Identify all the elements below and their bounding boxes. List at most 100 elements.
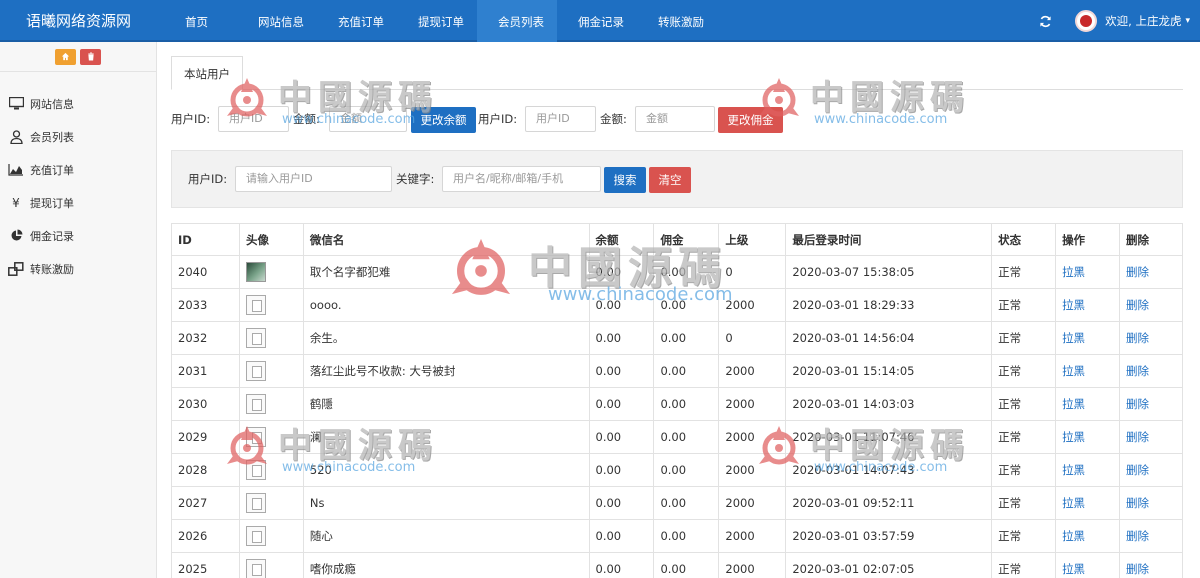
col-wechat-name: 微信名 [302,223,590,256]
user-icon [8,129,24,145]
clear-button[interactable]: 清空 [649,167,691,193]
balance-amount-input[interactable]: 金额 [329,106,407,132]
delete-link[interactable]: 删除 [1119,255,1183,289]
trash-shortcut-button[interactable] [80,48,101,65]
cell-balance: 0.00 [588,354,655,388]
nav-commission-records[interactable]: 佣金记录 [557,0,637,42]
cell-commission: 0.00 [653,486,720,520]
home-icon [61,52,70,61]
cell-commission: 0.00 [653,453,720,487]
broken-image-icon [245,295,266,315]
change-balance-button[interactable]: 更改余额 [411,107,476,133]
avatar-cell [238,387,304,421]
avatar-cell [238,321,304,355]
broken-image-icon [245,328,266,348]
sidebar-item-withdraw-orders[interactable]: ¥ 提现订单 [0,186,156,219]
sidebar-item-recharge-orders[interactable]: 充值订单 [0,153,156,186]
cell-name: 520 [302,453,590,487]
change-commission-button[interactable]: 更改佣金 [718,107,783,133]
balance-user-id-input[interactable]: 用户ID [218,106,289,132]
sidebar-item-commission-records[interactable]: 佣金记录 [0,219,156,252]
cell-parent: 2000 [718,519,787,553]
col-commission: 佣金 [653,223,720,256]
sidebar-item-site-info[interactable]: 网站信息 [0,87,156,120]
cell-commission: 0.00 [653,255,720,289]
cell-last-login: 2020-03-01 18:29:33 [785,288,993,322]
delete-link[interactable]: 删除 [1119,321,1183,355]
avatar-cell [238,486,304,520]
cell-id: 2028 [171,453,240,487]
cell-commission: 0.00 [653,552,720,578]
delete-link[interactable]: 删除 [1119,519,1183,553]
nav-transfer-incentive[interactable]: 转账激励 [637,0,717,42]
nav-member-list[interactable]: 会员列表 [477,0,557,42]
cell-status: 正常 [991,519,1057,553]
keyword-input[interactable]: 用户名/昵称/邮箱/手机 [442,166,601,192]
delete-link[interactable]: 删除 [1119,552,1183,578]
col-parent: 上级 [718,223,787,256]
table-header-row: ID 头像 微信名 余额 佣金 上级 最后登录时间 状态 操作 删除 [171,223,1183,256]
delete-link[interactable]: 删除 [1119,453,1183,487]
delete-link[interactable]: 删除 [1119,354,1183,388]
delete-link[interactable]: 删除 [1119,387,1183,421]
commission-user-id-label: 用户ID: [478,112,518,126]
broken-image-icon [245,394,266,414]
block-link[interactable]: 拉黑 [1055,420,1120,454]
nav-home[interactable]: 首页 [157,0,237,42]
member-table: ID 头像 微信名 余额 佣金 上级 最后登录时间 状态 操作 删除 2040 取… [171,223,1183,578]
block-link[interactable]: 拉黑 [1055,255,1120,289]
sidebar-shortcuts [0,42,156,72]
refresh-icon[interactable] [1037,13,1053,29]
block-link[interactable]: 拉黑 [1055,387,1120,421]
main-nav: 首页 网站信息 充值订单 提现订单 会员列表 佣金记录 转账激励 [157,0,717,42]
block-link[interactable]: 拉黑 [1055,288,1120,322]
delete-link[interactable]: 删除 [1119,420,1183,454]
sidebar-item-member-list[interactable]: 会员列表 [0,120,156,153]
welcome-text[interactable]: 欢迎, 上庄龙虎 [1105,13,1181,29]
col-delete: 删除 [1119,223,1183,256]
brand-title[interactable]: 语曦网络资源网 [0,0,157,42]
block-link[interactable]: 拉黑 [1055,453,1120,487]
table-row: 2029 澜 0.00 0.00 2000 2020-03-01 11:07:46 正常 拉黑… [171,420,1183,454]
cell-last-login: 2020-03-07 15:38:05 [785,255,993,289]
col-balance: 余额 [588,223,655,256]
table-row: 2025 嗜你成瘾 0.00 0.00 2000 2020-03-01 02:07:05 正… [171,552,1183,578]
main-content: 本站用户 用户ID: 用户ID 金额: 金额 更改余额 用户ID: 用户ID 金… [157,42,1200,578]
cell-parent: 0 [718,255,787,289]
cell-parent: 2000 [718,453,787,487]
cell-status: 正常 [991,354,1057,388]
sidebar-item-transfer-incentive[interactable]: 转账激励 [0,252,156,285]
block-link[interactable]: 拉黑 [1055,354,1120,388]
cell-id: 2027 [171,486,240,520]
broken-image-icon [245,559,266,578]
cell-id: 2025 [171,552,240,578]
commission-amount-input[interactable]: 金额 [635,106,715,132]
home-shortcut-button[interactable] [55,48,76,65]
cell-status: 正常 [991,453,1057,487]
cell-id: 2033 [171,288,240,322]
cell-balance: 0.00 [588,453,655,487]
nav-site-info[interactable]: 网站信息 [237,0,317,42]
user-avatar[interactable] [1075,10,1098,32]
sidebar-item-label: 转账激励 [30,262,74,276]
table-row: 2027 Ns 0.00 0.00 2000 2020-03-01 09:52:11 正常拉… [171,486,1183,520]
search-button[interactable]: 搜索 [604,167,646,193]
block-link[interactable]: 拉黑 [1055,519,1120,553]
balance-amount-label: 金额: [293,112,320,126]
pie-chart-icon [8,228,24,244]
block-link[interactable]: 拉黑 [1055,321,1120,355]
nav-recharge-orders[interactable]: 充值订单 [317,0,397,42]
commission-user-id-input[interactable]: 用户ID [525,106,596,132]
cell-last-login: 2020-03-01 14:56:04 [785,321,993,355]
caret-down-icon[interactable]: ▾ [1185,16,1190,26]
col-status: 状态 [991,223,1057,256]
delete-link[interactable]: 删除 [1119,486,1183,520]
delete-link[interactable]: 删除 [1119,288,1183,322]
col-action: 操作 [1055,223,1120,256]
block-link[interactable]: 拉黑 [1055,552,1120,578]
nav-withdraw-orders[interactable]: 提现订单 [397,0,477,42]
search-user-id-input[interactable]: 请输入用户ID [235,166,392,192]
tab-site-users[interactable]: 本站用户 [171,56,243,90]
block-link[interactable]: 拉黑 [1055,486,1120,520]
sidebar-item-label: 充值订单 [30,163,74,177]
